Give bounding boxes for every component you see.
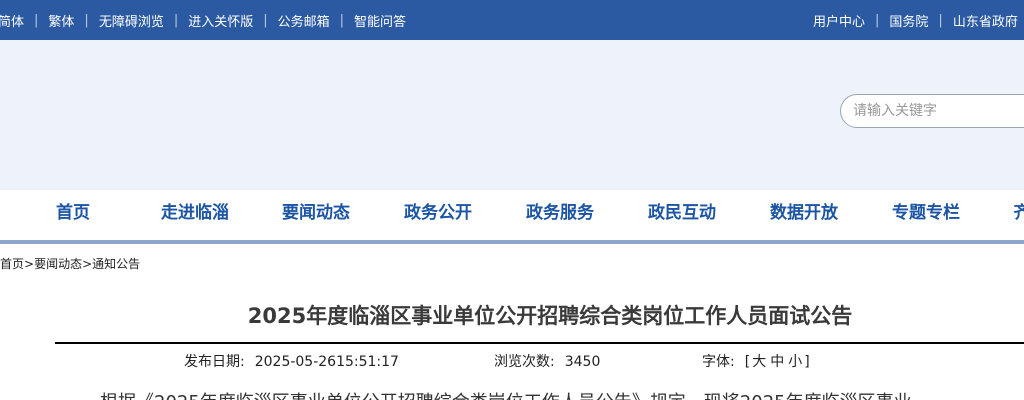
breadcrumb-separator: > <box>24 257 35 271</box>
elderly-mode-link[interactable]: 进入关怀版 <box>188 11 253 30</box>
font-size-small[interactable]: 小 <box>788 354 802 370</box>
article-title: 2025年度临淄区事业单位公开招聘综合类岗位工作人员面试公告 <box>247 304 853 328</box>
nav-item-home[interactable]: 首页 <box>56 190 90 236</box>
breadcrumb-news[interactable]: 要闻动态 <box>34 257 82 271</box>
nav-item-more[interactable]: 齐 <box>1014 190 1024 236</box>
view-count: 浏览次数: 3450 <box>494 351 600 371</box>
separator: | <box>875 12 880 28</box>
view-count-label: 浏览次数: <box>494 354 555 370</box>
breadcrumb-separator: > <box>82 257 93 271</box>
nav-item-gov-services[interactable]: 政务服务 <box>526 190 594 236</box>
nav-item-interaction[interactable]: 政民互动 <box>648 190 716 236</box>
shandong-gov-link[interactable]: 山东省政府 <box>953 11 1018 30</box>
separator: | <box>339 12 345 28</box>
nav-item-open-data[interactable]: 数据开放 <box>770 190 838 236</box>
view-count-value: 3450 <box>564 354 601 370</box>
publish-date-value: 2025-05-2615:51:17 <box>254 354 399 370</box>
nav-item-gov-affairs-public[interactable]: 政务公开 <box>404 190 472 236</box>
top-right-links: 用户中心 | 国务院 | 山东省政府 | <box>813 0 1024 40</box>
font-size-large[interactable]: 大 <box>752 354 766 370</box>
font-size-medium[interactable]: 中 <box>770 354 784 370</box>
traditional-chinese-link[interactable]: 繁体 <box>48 11 74 30</box>
font-size-bracket-open: [ <box>744 354 751 370</box>
article-body-first-line: 根据《2025年度临淄区事业单位公开招聘综合类岗位工作人员公告》规定，现将202… <box>100 388 1024 400</box>
publish-date: 发布日期: 2025-05-2615:51:17 <box>184 351 399 371</box>
user-center-link[interactable]: 用户中心 <box>813 11 865 30</box>
top-utility-bar: 简体 | 繁体 | 无障碍浏览 | 进入关怀版 | 公务邮箱 | 智能问答 用户… <box>0 0 1024 40</box>
nav-item-about-linzi[interactable]: 走进临淄 <box>161 190 229 236</box>
nav-item-news[interactable]: 要闻动态 <box>282 190 350 236</box>
smart-qa-link[interactable]: 智能问答 <box>354 11 406 30</box>
nav-item-special-topics[interactable]: 专题专栏 <box>892 190 960 236</box>
nav-divider <box>0 240 1024 244</box>
search-input[interactable] <box>841 95 1021 127</box>
accessibility-link[interactable]: 无障碍浏览 <box>99 11 164 30</box>
breadcrumb: 首页>要闻动态>通知公告 <box>0 255 140 272</box>
separator: | <box>938 12 943 28</box>
title-divider <box>55 342 1024 344</box>
font-size-bracket-close: ] <box>804 354 810 370</box>
publish-date-label: 发布日期: <box>184 354 245 370</box>
state-council-link[interactable]: 国务院 <box>889 11 928 30</box>
separator: | <box>34 12 39 28</box>
font-size-control: 字体: [大中小] <box>702 351 810 371</box>
separator: | <box>263 12 268 28</box>
separator: | <box>173 12 179 28</box>
breadcrumb-notices[interactable]: 通知公告 <box>92 257 140 271</box>
search-box <box>840 94 1024 128</box>
breadcrumb-home[interactable]: 首页 <box>0 257 24 271</box>
font-size-label: 字体: <box>702 354 735 370</box>
official-email-link[interactable]: 公务邮箱 <box>278 11 330 30</box>
simplified-chinese-link[interactable]: 简体 <box>0 11 24 30</box>
main-nav: 首页 走进临淄 要闻动态 政务公开 政务服务 政民互动 数据开放 专题专栏 齐 <box>0 190 1024 240</box>
top-left-links: 简体 | 繁体 | 无障碍浏览 | 进入关怀版 | 公务邮箱 | 智能问答 <box>0 0 406 40</box>
separator: | <box>84 12 89 28</box>
